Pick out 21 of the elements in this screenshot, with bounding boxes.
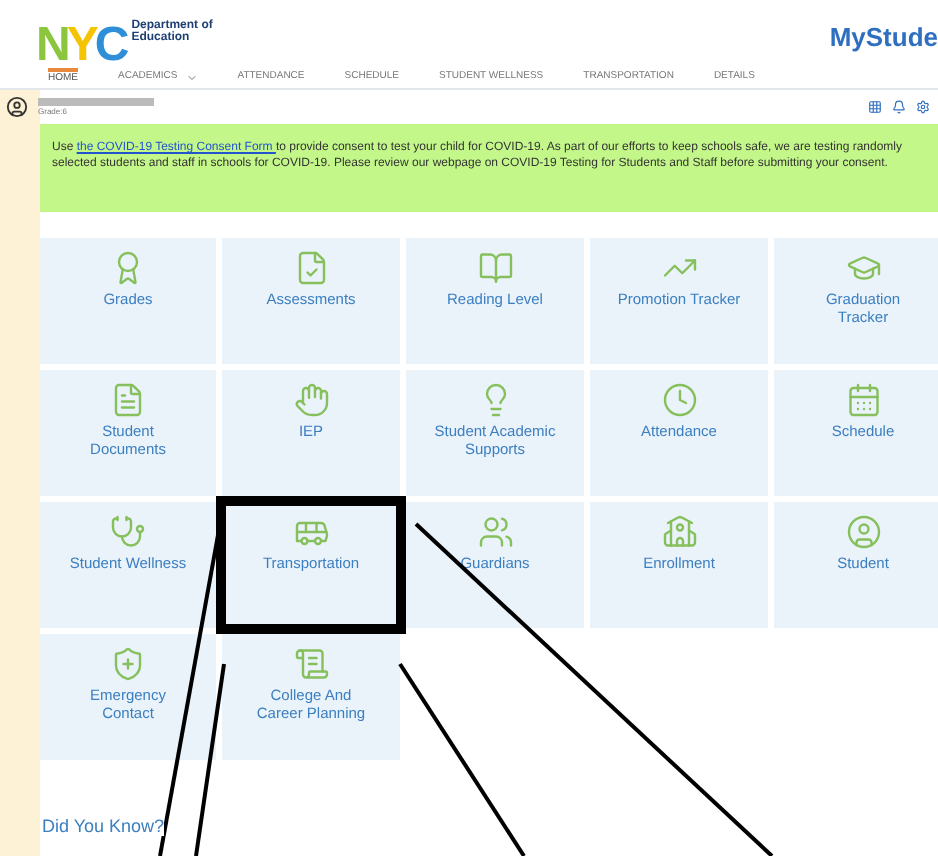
- clock-icon: [661, 382, 697, 418]
- avatar-icon: [6, 96, 28, 118]
- medical-cross-icon: [110, 646, 146, 682]
- apps-grid-icon[interactable]: [868, 100, 882, 114]
- scroll-icon: [293, 646, 329, 682]
- redacted-name: [38, 97, 154, 105]
- document-check-icon: [293, 250, 329, 286]
- settings-icon[interactable]: [916, 100, 930, 114]
- logo: NYC: [36, 24, 126, 68]
- document-icon: [110, 382, 146, 418]
- calendar-icon: [845, 382, 881, 418]
- hand-icon: [293, 382, 329, 418]
- section-heading: Did You Know?: [42, 816, 165, 836]
- notifications-icon[interactable]: [892, 100, 906, 114]
- graduation-cap-icon: [845, 250, 881, 286]
- people-icon: [477, 514, 513, 550]
- user-profile-icon: [845, 514, 881, 550]
- stethoscope-icon: [110, 514, 146, 550]
- open-book-icon: [477, 250, 513, 286]
- school-icon: [661, 514, 697, 550]
- app-title: MyStude: [829, 19, 938, 56]
